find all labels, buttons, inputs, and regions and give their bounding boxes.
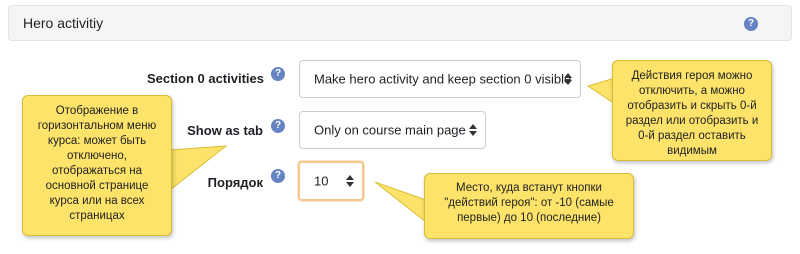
section0-select[interactable]: Make hero activity and keep section 0 vi… (299, 60, 581, 98)
order-select-value: 10 (314, 173, 329, 189)
tooltip-bottom: Место, куда встанут кнопки "действий гер… (424, 173, 634, 239)
show-as-tab-label: Show as tab (187, 123, 263, 138)
show-as-tab-select-value: Only on course main page (314, 122, 466, 138)
question-circle-icon[interactable]: ? (744, 17, 758, 31)
question-circle-icon[interactable]: ? (271, 67, 285, 81)
question-circle-icon[interactable]: ? (271, 119, 285, 133)
section-title: Hero activitiy (23, 15, 104, 31)
section0-select-value: Make hero activity and keep section 0 vi… (314, 71, 572, 87)
up-down-caret-icon (346, 175, 354, 187)
tooltip-left: Отображение в горизонтальном меню курса:… (22, 95, 172, 236)
section-header: Hero activitiy ? (8, 5, 792, 41)
question-circle-icon[interactable]: ? (271, 169, 285, 183)
show-as-tab-select[interactable]: Only on course main page (299, 111, 486, 149)
up-down-caret-icon (469, 124, 477, 136)
section0-label: Section 0 activities (146, 71, 264, 86)
order-label: Порядок (207, 175, 263, 190)
up-down-caret-icon (564, 73, 572, 85)
order-select[interactable]: 10 (298, 161, 364, 201)
tooltip-right: Действия героя можно отключить, а можно … (612, 60, 772, 161)
